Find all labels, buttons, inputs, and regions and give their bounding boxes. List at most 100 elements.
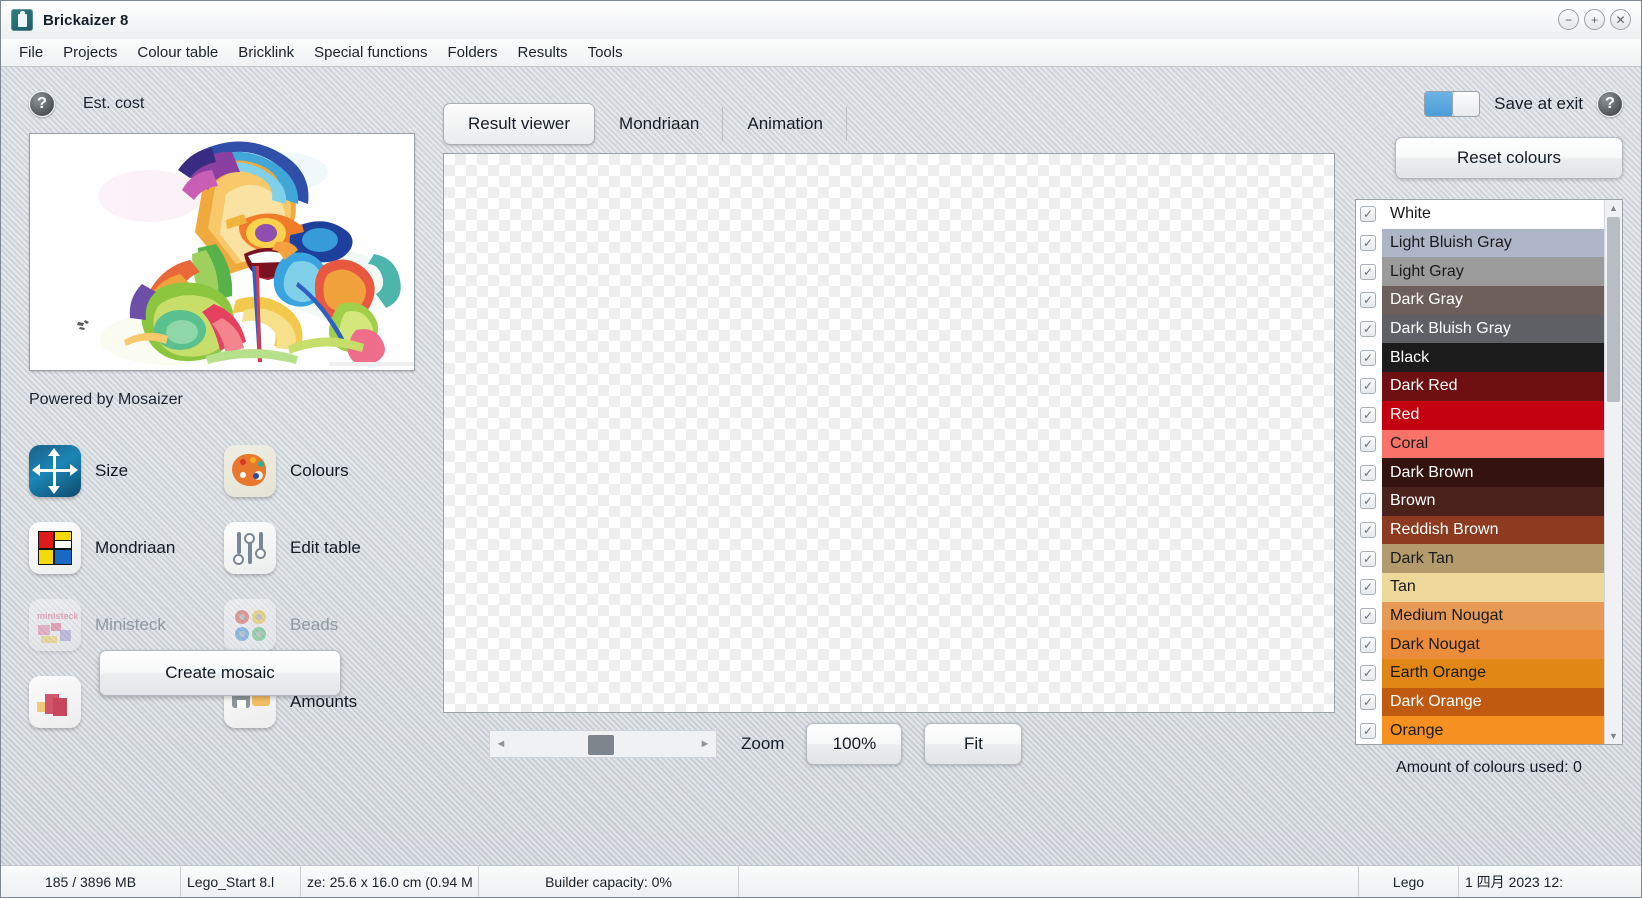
tile-ministeck: ministeck Ministeck: [29, 599, 224, 651]
colour-checkbox[interactable]: ✓: [1360, 579, 1376, 596]
menu-item-results[interactable]: Results: [508, 42, 578, 63]
tile-mondriaan[interactable]: Mondriaan: [29, 522, 224, 574]
colour-checkbox[interactable]: ✓: [1360, 464, 1376, 481]
colour-checkbox[interactable]: ✓: [1360, 235, 1376, 252]
colour-swatch-label: Dark Gray: [1382, 286, 1604, 315]
scroll-up-icon[interactable]: ▲: [1609, 200, 1618, 216]
window-title: Brickaizer 8: [43, 11, 129, 29]
colour-checkbox[interactable]: ✓: [1360, 665, 1376, 682]
maximize-icon[interactable]: +: [1584, 9, 1605, 30]
title-bar: Brickaizer 8 − + ✕: [1, 1, 1641, 39]
save-at-exit-row: Save at exit ?: [1355, 87, 1623, 121]
colour-row[interactable]: ✓ Dark Bluish Gray: [1356, 314, 1604, 344]
tile-label-colours: Colours: [290, 461, 349, 480]
colour-checkbox[interactable]: ✓: [1360, 349, 1376, 366]
menu-item-colour-table[interactable]: Colour table: [127, 42, 228, 63]
colour-row[interactable]: ✓ Black: [1356, 343, 1604, 373]
colour-checkbox[interactable]: ✓: [1360, 636, 1376, 653]
menu-item-tools[interactable]: Tools: [578, 42, 633, 63]
colour-checkbox[interactable]: ✓: [1360, 694, 1376, 711]
colour-swatch-label: Brown: [1382, 486, 1604, 516]
colour-row[interactable]: ✓ Reddish Brown: [1356, 515, 1604, 545]
colour-checkbox[interactable]: ✓: [1360, 321, 1376, 338]
colour-row[interactable]: ✓ Dark Gray: [1356, 286, 1604, 315]
tile-colours[interactable]: Colours: [224, 445, 419, 497]
tab-label-animation: Animation: [747, 114, 823, 133]
colour-swatch-label: Dark Nougat: [1382, 630, 1604, 659]
left-panel: ? Est. cost Powered by Mosaizer Size Col…: [1, 67, 429, 865]
minimize-icon[interactable]: −: [1558, 9, 1579, 30]
colour-list-scrollbar[interactable]: ▲ ▼: [1604, 200, 1622, 744]
create-mosaic-button[interactable]: Create mosaic: [99, 650, 341, 696]
colour-row[interactable]: ✓ Earth Orange: [1356, 659, 1604, 688]
source-image-preview[interactable]: [29, 133, 415, 371]
tile-edit-table[interactable]: Edit table: [224, 522, 419, 574]
colour-row[interactable]: ✓ Light Gray: [1356, 257, 1604, 287]
colour-checkbox[interactable]: ✓: [1360, 550, 1376, 567]
colour-swatch-label: Red: [1382, 400, 1604, 430]
colour-swatch-label: Dark Orange: [1382, 687, 1604, 717]
colour-row[interactable]: ✓ Dark Red: [1356, 372, 1604, 401]
menu-item-special-functions[interactable]: Special functions: [304, 42, 437, 63]
colour-row[interactable]: ✓ Coral: [1356, 429, 1604, 459]
colour-checkbox[interactable]: ✓: [1360, 722, 1376, 739]
colour-row[interactable]: ✓ Dark Brown: [1356, 458, 1604, 487]
colour-swatch-label: Dark Tan: [1382, 544, 1604, 573]
colour-row[interactable]: ✓ Dark Tan: [1356, 544, 1604, 573]
colour-checkbox[interactable]: ✓: [1360, 521, 1376, 538]
reset-colours-button[interactable]: Reset colours: [1395, 137, 1623, 179]
colour-checkbox[interactable]: ✓: [1360, 292, 1376, 309]
menu-item-file[interactable]: File: [9, 42, 53, 63]
colour-swatch-label: Dark Brown: [1382, 458, 1604, 487]
colour-checkbox[interactable]: ✓: [1360, 206, 1376, 223]
colour-checkbox[interactable]: ✓: [1360, 378, 1376, 395]
horizontal-scrollbar[interactable]: ◄ ►: [489, 730, 717, 758]
tile-size[interactable]: Size: [29, 445, 224, 497]
colour-list[interactable]: ✓ White ✓ Light Bluish Gray ✓ Light Gray ✓ Dark…: [1356, 200, 1604, 744]
status-memory: 185 / 3896 MB: [1, 866, 181, 897]
colour-checkbox[interactable]: ✓: [1360, 435, 1376, 452]
colour-swatch-label: Black: [1382, 343, 1604, 373]
colour-row[interactable]: ✓ Tan: [1356, 572, 1604, 602]
colour-row[interactable]: ✓ White: [1356, 200, 1604, 229]
colour-row[interactable]: ✓ Dark Orange: [1356, 687, 1604, 717]
colour-checkbox[interactable]: ✓: [1360, 263, 1376, 280]
status-bar: 185 / 3896 MB Lego_Start 8.l ze: 25.6 x …: [1, 865, 1641, 897]
save-at-exit-toggle[interactable]: [1424, 91, 1481, 117]
help-icon-right[interactable]: ?: [1597, 91, 1623, 117]
colour-row[interactable]: ✓ Dark Nougat: [1356, 630, 1604, 659]
scroll-down-icon[interactable]: ▼: [1609, 728, 1618, 744]
menu-item-folders[interactable]: Folders: [438, 42, 508, 63]
mondriaan-icon: [29, 522, 81, 574]
scroll-thumb[interactable]: [588, 735, 614, 755]
colour-list-panel[interactable]: ✓ White ✓ Light Bluish Gray ✓ Light Gray ✓ Dark…: [1355, 199, 1623, 745]
colour-row[interactable]: ✓ Orange: [1356, 716, 1604, 744]
tab-mondriaan[interactable]: Mondriaan: [595, 103, 724, 145]
colour-row[interactable]: ✓ Red: [1356, 400, 1604, 430]
colour-checkbox[interactable]: ✓: [1360, 407, 1376, 424]
help-icon[interactable]: ?: [29, 91, 55, 117]
colour-row[interactable]: ✓ Medium Nougat: [1356, 601, 1604, 631]
tab-animation[interactable]: Animation: [723, 103, 847, 145]
colour-scroll-thumb[interactable]: [1607, 217, 1620, 402]
status-builder-capacity: Builder capacity: 0%: [479, 866, 739, 897]
window-controls: − + ✕: [1558, 9, 1631, 30]
result-canvas[interactable]: [443, 153, 1335, 713]
colour-swatch-label: Orange: [1382, 716, 1604, 744]
zoom-fit-button[interactable]: Fit: [924, 723, 1023, 765]
tile-label-beads: Beads: [290, 615, 339, 634]
colour-swatch-label: Coral: [1382, 429, 1604, 459]
menu-item-bricklink[interactable]: Bricklink: [228, 42, 304, 63]
menu-item-projects[interactable]: Projects: [53, 42, 127, 63]
amount-of-colours-used: Amount of colours used: 0: [1396, 759, 1582, 776]
tab-result-viewer[interactable]: Result viewer: [443, 103, 596, 145]
scroll-right-icon[interactable]: ►: [694, 738, 716, 750]
zoom-100-button[interactable]: 100%: [806, 723, 903, 765]
scroll-left-icon[interactable]: ◄: [490, 738, 512, 750]
colour-row[interactable]: ✓ Light Bluish Gray: [1356, 228, 1604, 258]
close-icon[interactable]: ✕: [1610, 9, 1631, 30]
tab-divider: [845, 107, 847, 141]
colour-checkbox[interactable]: ✓: [1360, 607, 1376, 624]
colour-row[interactable]: ✓ Brown: [1356, 486, 1604, 516]
colour-checkbox[interactable]: ✓: [1360, 493, 1376, 510]
